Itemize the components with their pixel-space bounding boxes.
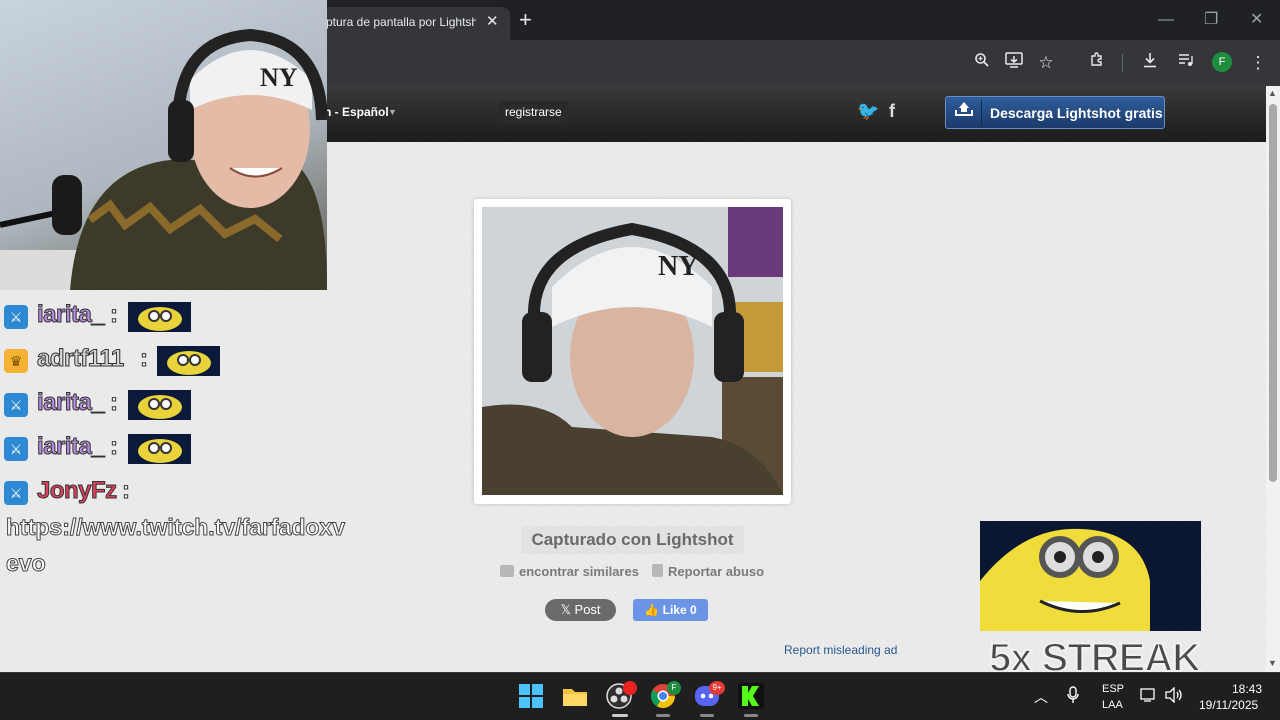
scroll-thumb[interactable] [1269,104,1277,482]
minimize-button[interactable]: — [1158,8,1174,32]
svg-text:NY: NY [658,251,698,282]
open-app-indicator [656,714,670,717]
open-app-indicator [700,714,714,717]
chat-separator: : [110,301,119,329]
kick-icon[interactable] [737,682,765,710]
clipboard-icon [652,564,663,577]
chat-username: iarita_ [36,301,105,329]
discord-notification-badge: 9+ [709,681,725,695]
minion-emote-icon [157,346,220,376]
close-window-button[interactable]: ✕ [1250,8,1263,32]
screenshot-frame: NY [474,199,791,504]
camera-icon [500,565,514,577]
microphone-icon[interactable] [1066,686,1080,707]
minion-emote-icon [128,302,191,332]
clock-time[interactable]: 18:43 [1232,682,1262,696]
toolbar-separator [1122,54,1123,72]
chat-link-text: https://www.twitch.tv/farfadoxv [5,514,346,541]
scroll-down-icon[interactable]: ▼ [1268,658,1277,668]
volume-icon[interactable] [1165,686,1183,706]
download-icon[interactable] [1138,51,1162,75]
recording-indicator [623,681,637,695]
scroll-up-icon[interactable]: ▲ [1268,88,1277,98]
find-similar-link[interactable]: encontrar similares [500,564,639,579]
extensions-icon[interactable] [1085,51,1109,75]
moderator-badge-icon: ⚔ [4,481,28,505]
chat-separator: : [110,433,119,461]
zoom-icon[interactable] [970,51,994,75]
twitter-icon[interactable]: 🐦 [857,101,879,122]
chat-username: iarita_ [36,389,105,417]
new-tab-button[interactable]: + [519,8,532,32]
moderator-badge-icon: ⚔ [4,305,28,329]
bookmark-star-icon[interactable]: ☆ [1034,51,1058,75]
install-app-icon[interactable] [1002,51,1026,75]
input-layout[interactable]: LAA [1102,699,1123,711]
report-misleading-ad-link[interactable]: Report misleading ad [784,643,897,657]
minion-emote-icon [128,390,191,420]
screenshot-image[interactable]: NY [482,207,783,495]
report-abuse-link[interactable]: Reportar abuso [652,564,764,579]
chevron-up-icon[interactable]: ︿ [1034,687,1048,707]
tab-close-icon[interactable]: ✕ [486,12,499,32]
tab-title: ptura de pantalla por Lightsh [326,15,476,29]
chevron-down-icon[interactable]: ▼ [388,107,397,117]
button-divider [981,100,982,126]
chat-separator: : [110,389,119,417]
chat-link-text-continued: evo [6,550,47,577]
streak-minion-image [980,521,1201,631]
browser-tab[interactable]: ptura de pantalla por Lightsh ✕ [310,7,510,40]
register-button[interactable]: registrarse [498,101,569,123]
minion-emote-icon [128,434,191,464]
x-post-button[interactable]: 𝕏 Post [545,599,616,621]
windows-start-icon[interactable] [517,682,545,710]
page-scrollbar[interactable]: ▲ ▼ [1266,86,1280,672]
network-icon[interactable] [1140,687,1158,706]
chat-username: adrtf111 [37,345,125,373]
report-abuse-text: Reportar abuso [668,564,765,579]
profile-avatar[interactable]: F [1212,52,1232,72]
media-control-icon[interactable] [1174,51,1198,75]
chat-separator: : [140,345,149,373]
moderator-badge-icon: ⚔ [4,393,28,417]
find-similar-text: encontrar similares [519,564,639,579]
language-selector[interactable]: h - Español [324,105,389,119]
restore-button[interactable]: ❐ [1204,8,1218,32]
crown-badge-icon: ♛ [4,349,28,373]
facebook-like-button[interactable]: 👍 Like 0 [633,599,708,621]
file-explorer-icon[interactable] [561,682,589,710]
download-button-label: Descarga Lightshot gratis [990,105,1163,121]
chat-separator: : [122,477,131,505]
input-language[interactable]: ESP [1102,683,1124,695]
webcam-overlay: NY [0,0,327,290]
svg-text:NY: NY [260,63,298,92]
chat-username: JonyFz [37,477,118,505]
windows-taskbar: F 9+ ︿ ESP LAA 18:43 19/11/2025 [0,672,1280,720]
download-lightshot-button[interactable]: Descarga Lightshot gratis [945,96,1165,129]
facebook-icon[interactable]: f [889,101,895,122]
captured-with-lightshot-label: Capturado con Lightshot [521,526,744,554]
active-app-indicator [612,714,628,717]
menu-icon[interactable]: ⋮ [1246,51,1270,75]
chat-username: iarita_ [36,433,105,461]
clock-date[interactable]: 19/11/2025 [1199,698,1258,712]
open-app-indicator [744,714,758,717]
upload-tray-icon [950,101,978,125]
chrome-profile-badge: F [667,681,681,695]
moderator-badge-icon: ⚔ [4,437,28,461]
